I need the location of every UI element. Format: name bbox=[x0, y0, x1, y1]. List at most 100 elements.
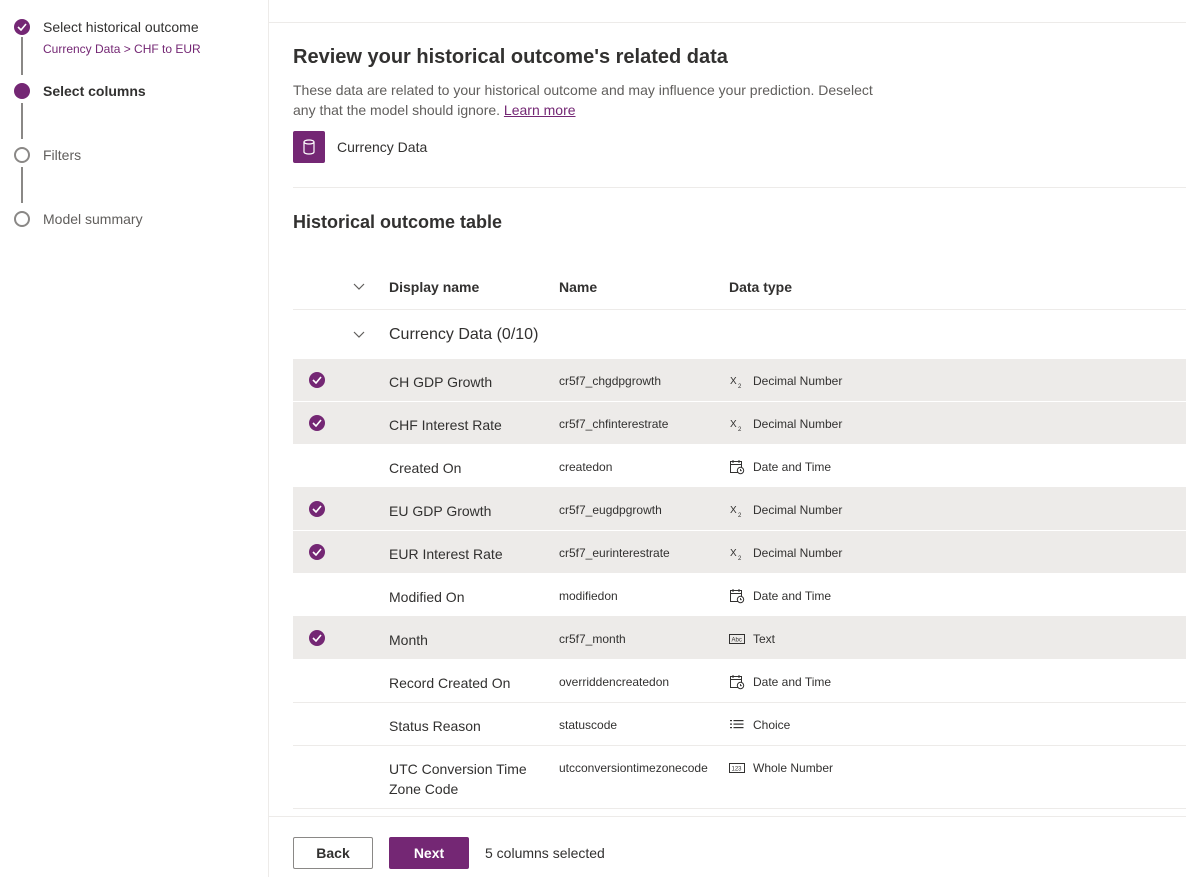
data-type-label: Date and Time bbox=[753, 589, 832, 603]
data-type-label: Decimal Number bbox=[753, 546, 843, 560]
step-complete-check-icon bbox=[14, 19, 30, 35]
decimal-icon: X2 bbox=[729, 502, 745, 518]
svg-text:2: 2 bbox=[738, 384, 742, 389]
cell-data-type: X 2 Decimal Number bbox=[729, 502, 842, 518]
collapse-all-chevron-icon[interactable] bbox=[353, 283, 365, 291]
calendar-icon bbox=[729, 674, 745, 690]
step-select-columns[interactable]: Select columns bbox=[14, 83, 146, 100]
selected-count: 5 columns selected bbox=[485, 845, 605, 861]
cell-name: cr5f7_eugdpgrowth bbox=[559, 503, 662, 517]
table-row[interactable]: UTC Conversion Time Zone Code utcconversi… bbox=[293, 746, 1186, 809]
cell-name: createdon bbox=[559, 460, 613, 474]
group-header[interactable]: Currency Data (0/10) bbox=[293, 310, 1186, 358]
cell-display-name: Created On bbox=[389, 460, 462, 476]
cell-data-type: X 2 Decimal Number bbox=[729, 373, 842, 389]
group-label: Currency Data (0/10) bbox=[389, 326, 539, 343]
cell-display-name: Status Reason bbox=[389, 718, 481, 734]
data-type-label: Decimal Number bbox=[753, 374, 843, 388]
table-row[interactable]: Month cr5f7_month Abc Text bbox=[293, 617, 1186, 660]
row-select-checkbox[interactable] bbox=[309, 587, 325, 603]
cell-display-name: Modified On bbox=[389, 589, 465, 605]
cell-name: cr5f7_month bbox=[559, 632, 626, 646]
table-header: Display name Name Data type bbox=[293, 266, 1186, 310]
table-row[interactable]: Modified On modifiedon Date and Time bbox=[293, 574, 1186, 617]
table-row[interactable]: Status Reason statuscode Choice bbox=[293, 703, 1186, 746]
related-entity: Currency Data bbox=[293, 131, 427, 163]
step-sublabel: Currency Data > CHF to EUR bbox=[43, 42, 201, 56]
top-divider bbox=[269, 22, 1186, 23]
row-select-checkbox[interactable] bbox=[309, 759, 325, 775]
cell-display-name: Record Created On bbox=[389, 675, 511, 691]
entity-name: Currency Data bbox=[337, 139, 428, 155]
step-label: Filters bbox=[43, 147, 82, 163]
svg-text:123: 123 bbox=[732, 767, 743, 773]
step-pending-icon bbox=[14, 147, 30, 163]
table-row[interactable]: CHF Interest Rate cr5f7_chfinterestrate X 2… bbox=[293, 402, 1186, 445]
table-row[interactable]: EU GDP Growth cr5f7_eugdpgrowth X 2 Decimal … bbox=[293, 488, 1186, 531]
cell-name: cr5f7_chfinterestrate bbox=[559, 417, 669, 431]
description-text: These data are related to your historica… bbox=[293, 82, 873, 118]
calendar-icon bbox=[729, 588, 745, 604]
row-select-checkbox[interactable] bbox=[309, 673, 325, 689]
table-row[interactable]: Created On createdon Date and Time bbox=[293, 445, 1186, 488]
table-row[interactable]: Record Created On overriddencreatedon Date… bbox=[293, 660, 1186, 703]
data-type-label: Decimal Number bbox=[753, 417, 843, 431]
data-type-label: Decimal Number bbox=[753, 503, 843, 517]
row-selected-check-icon[interactable] bbox=[309, 501, 325, 517]
table-row[interactable]: CH GDP Growth cr5f7_chgdpgrowth X 2 Decimal … bbox=[293, 359, 1186, 402]
row-selected-check-icon[interactable] bbox=[309, 415, 325, 431]
cell-data-type: Choice bbox=[729, 717, 790, 733]
row-selected-check-icon[interactable] bbox=[309, 544, 325, 560]
database-icon bbox=[293, 131, 325, 163]
chevron-down-icon[interactable] bbox=[353, 331, 365, 339]
next-button[interactable]: Next bbox=[389, 837, 469, 869]
step-connector bbox=[21, 167, 23, 203]
row-select-checkbox[interactable] bbox=[309, 458, 325, 474]
cell-name: statuscode bbox=[559, 718, 618, 732]
svg-text:X: X bbox=[730, 505, 737, 516]
cell-display-name: CHF Interest Rate bbox=[389, 417, 502, 433]
row-select-checkbox[interactable] bbox=[309, 716, 325, 732]
data-type-label: Date and Time bbox=[753, 675, 832, 689]
svg-text:2: 2 bbox=[738, 513, 742, 518]
step-filters[interactable]: Filters bbox=[14, 147, 81, 164]
svg-text:2: 2 bbox=[738, 427, 742, 432]
cell-data-type: Date and Time bbox=[729, 674, 831, 690]
cell-name: cr5f7_chgdpgrowth bbox=[559, 374, 662, 388]
cell-display-name: EUR Interest Rate bbox=[389, 546, 503, 562]
column-header-name[interactable]: Name bbox=[559, 279, 597, 295]
row-selected-check-icon[interactable] bbox=[309, 630, 325, 646]
page-title: Review your historical outcome's related… bbox=[293, 46, 728, 68]
decimal-icon: X2 bbox=[729, 373, 745, 389]
cell-name: overriddencreatedon bbox=[559, 675, 670, 689]
cell-data-type: Abc Text bbox=[729, 631, 775, 647]
cell-name: utcconversiontimezonecode bbox=[559, 761, 708, 775]
column-header-data-type[interactable]: Data type bbox=[729, 279, 792, 295]
wizard-stepper: Select historical outcome Currency Data … bbox=[0, 0, 269, 877]
svg-text:Abc: Abc bbox=[732, 638, 742, 644]
step-label: Select historical outcome bbox=[43, 19, 199, 35]
cell-name: modifiedon bbox=[559, 589, 618, 603]
row-selected-check-icon[interactable] bbox=[309, 372, 325, 388]
cell-display-name: UTC Conversion Time Zone Code bbox=[389, 761, 527, 797]
step-select-historical-outcome[interactable]: Select historical outcome Currency Data … bbox=[14, 19, 201, 56]
step-connector bbox=[21, 103, 23, 139]
back-button[interactable]: Back bbox=[293, 837, 373, 869]
section-title: Historical outcome table bbox=[293, 212, 503, 232]
section-divider bbox=[293, 187, 1186, 188]
table-body: CH GDP Growth cr5f7_chgdpgrowth X 2 Decimal … bbox=[293, 359, 1186, 809]
svg-text:X: X bbox=[730, 376, 737, 387]
step-current-icon bbox=[14, 83, 30, 99]
step-model-summary[interactable]: Model summary bbox=[14, 211, 143, 228]
data-type-label: Whole Number bbox=[753, 761, 834, 775]
cell-display-name: CH GDP Growth bbox=[389, 374, 493, 390]
cell-data-type: X 2 Decimal Number bbox=[729, 545, 842, 561]
svg-text:X: X bbox=[730, 548, 737, 559]
data-type-label: Date and Time bbox=[753, 460, 832, 474]
cell-display-name: Month bbox=[389, 632, 428, 648]
table-row[interactable]: EUR Interest Rate cr5f7_eurinterestrate X 2… bbox=[293, 531, 1186, 574]
column-header-display-name[interactable]: Display name bbox=[389, 279, 479, 295]
learn-more-link[interactable]: Learn more bbox=[504, 102, 576, 118]
svg-text:X: X bbox=[730, 419, 737, 430]
step-label: Model summary bbox=[43, 211, 143, 227]
